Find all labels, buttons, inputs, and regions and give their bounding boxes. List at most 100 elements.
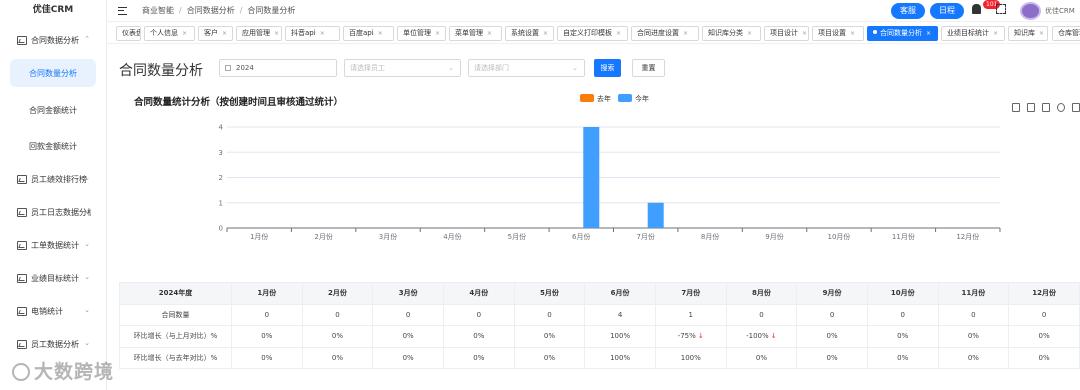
table-cell: 0 [796,303,868,326]
x-tick-label: 11月份 [892,232,915,241]
cell-value: 0 [405,310,411,319]
cell-value: 0% [967,353,979,362]
table-cell: 0% [866,346,939,369]
watermark: 大数跨境 [12,357,114,384]
table-header-cell: 7月份 [654,282,727,305]
cell-value: 0% [543,332,555,341]
cell-value: 4 [617,310,623,319]
cell-value: 0 [829,310,835,319]
sidebar-item-label: 业绩目标统计 [31,273,79,283]
cell-value: 0% [826,353,838,362]
table-cell: 0% [442,346,515,369]
cell-value: 0% [897,353,909,362]
table-cell: 0% [513,325,586,348]
table-cell: 0% [301,346,374,369]
x-tick-label: 9月份 [765,232,783,241]
table-cell: 0% [866,325,939,348]
chevron-down-icon: ⌄ [84,273,90,281]
table-cell: 0% [372,346,444,369]
cell-value: -75% [677,332,696,341]
row-label: 环比增长（与上月对比）% [119,325,232,348]
bar-this-year [583,127,600,228]
cell-value: 0 [476,310,482,319]
table-header-cell: 8月份 [725,282,798,305]
table-row: 环比增长（与上月对比）% 0% 0% 0% 0% 0% 100% -75% ↓ -100% ↓ 0… [119,325,1080,348]
table-cell: 0% [513,346,586,369]
x-tick-label: 2月份 [314,232,332,241]
table-header-cell: 3月份 [372,282,444,305]
table-cell: 0 [866,303,939,326]
arrow-down-icon: ↓ [768,332,777,341]
x-tick-label: 12月份 [956,232,979,241]
legend-swatch [580,94,594,102]
table-cell: 4 [584,303,656,326]
table-cell: 0 [231,303,303,326]
table-header-cell: 12月份 [1008,282,1080,305]
cell-value: 0% [755,353,767,362]
cell-value: 0% [261,332,273,341]
cell-value: 0% [897,332,909,341]
cell-value: 100% [610,353,631,362]
cell-value: 0 [1041,310,1047,319]
x-tick-label: 5月份 [508,232,526,241]
y-tick-label: 4 [219,124,224,132]
table-header-cell: 1月份 [231,282,303,305]
cell-value: 0 [759,310,764,319]
table-cell: 0% [301,325,374,348]
cell-value: 0 [971,310,976,319]
chart-icon [17,339,27,349]
data-table: 2024年度 1月份 2月份 3月份 4月份 5月份 6月份 7月份 8月份 9月份 10月份 11月… [119,282,1080,369]
cell-value: 0% [473,353,485,362]
table-cell: 0% [725,346,798,369]
bar-chart: 0 1 2 3 4 1月份 2月份 3月份 4月份 5月份 6月份 7月份 8月份 9月份 10月份 11月份… [219,94,1001,241]
cell-value: 0% [1038,353,1050,362]
cell-value: 0 [264,310,270,319]
cell-value: 0% [402,332,414,341]
table-cell: 100% [654,346,727,369]
chart-icon [17,306,27,316]
cell-value: 0% [967,332,979,341]
table-cell: 100% [584,325,656,348]
table-cell: 0 [442,303,515,326]
cell-value: 100% [610,332,631,341]
cell-value: 0% [331,332,344,341]
table-cell: 0% [937,325,1010,348]
sidebar-item[interactable]: 员工数据分析 ⌄ [0,334,107,354]
table-cell: 0% [937,346,1010,369]
table-cell: 0% [372,325,444,348]
table-cell: 0 [1008,303,1080,326]
x-tick-label: 3月份 [379,232,397,241]
table-header-cell: 9月份 [796,282,868,305]
table-cell: 0% [231,346,303,369]
table-cell: 0% [1008,325,1080,348]
bar-this-year [647,202,664,228]
y-tick-label: 2 [219,174,223,182]
table-cell: 0 [937,303,1010,326]
cell-value: 100% [680,353,701,362]
cell-value: 0% [261,353,273,362]
sidebar-item[interactable]: 电销统计 ⌄ [0,301,107,321]
table-header-cell: 11月份 [937,282,1010,305]
legend-label: 今年 [635,94,649,103]
x-tick-label: 7月份 [636,232,654,241]
cell-value: 0% [826,332,838,341]
arrow-down-icon: ↓ [695,332,704,341]
cell-value: 0% [1038,332,1050,341]
chevron-down-icon: ⌄ [84,339,90,347]
cell-value: -100% [746,332,769,341]
cell-value: 0% [543,353,555,362]
row-label: 合同数量 [119,303,232,326]
cell-value: 0% [331,353,344,362]
cell-value: 1 [688,310,693,319]
sidebar-item-label: 电销统计 [31,306,63,316]
table-cell: 0% [442,325,515,348]
table-header-cell: 10月份 [866,282,939,305]
table-row: 合同数量 0 0 0 0 0 4 1 0 0 0 0 0 [119,303,1080,326]
sidebar-item[interactable]: 业绩目标统计 ⌄ [0,268,107,288]
table-cell: -100% ↓ [725,325,798,348]
table-cell: 100% [584,346,656,369]
y-tick-label: 0 [219,225,223,233]
x-tick-label: 10月份 [827,232,850,241]
cell-value: 0% [402,353,414,362]
chart-icon [17,273,27,283]
